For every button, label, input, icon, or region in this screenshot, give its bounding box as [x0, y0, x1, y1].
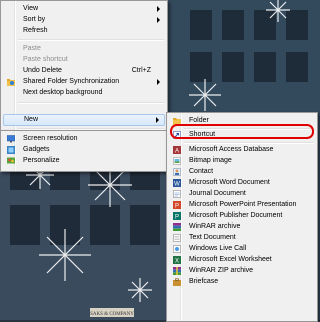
menu-item-screen-resolution[interactable]: Screen resolution — [3, 134, 165, 144]
svg-text:W: W — [174, 182, 180, 188]
briefcase-icon — [173, 278, 181, 286]
excel-worksheet-icon: X — [173, 256, 181, 264]
submenu-arrow-icon — [157, 17, 160, 23]
desktop-context-menu: View Sort by Refresh Paste Paste shortcu… — [0, 0, 168, 139]
personalize-icon — [7, 157, 15, 164]
submenu-item-journal-document[interactable]: Journal Document — [169, 189, 315, 199]
menu-item-paste[interactable]: Paste — [3, 44, 165, 54]
bitmap-image-icon — [173, 157, 181, 165]
store-sign-text: SAKS & COMPANY — [90, 312, 134, 317]
menu-item-gadgets[interactable]: Gadgets — [3, 145, 165, 155]
menu-item-personalize[interactable]: Personalize — [3, 156, 165, 166]
powerpoint-presentation-icon: P — [173, 201, 181, 209]
contact-icon — [173, 168, 181, 176]
menu-separator — [18, 39, 164, 41]
submenu-arrow-icon — [156, 117, 159, 123]
submenu-item-publisher-document[interactable]: P Microsoft Publisher Document — [169, 211, 315, 221]
shortcut-highlight-ring — [170, 124, 314, 139]
svg-text:P: P — [175, 215, 179, 221]
submenu-item-powerpoint-presentation[interactable]: P Microsoft PowerPoint Presentation — [169, 200, 315, 210]
sync-folder-icon — [7, 79, 15, 86]
gadgets-icon — [7, 146, 15, 154]
submenu-item-briefcase[interactable]: Briefcase — [169, 277, 315, 287]
desktop-context-menu-bottom: Screen resolution Gadgets Personalize — [0, 130, 168, 172]
winrar-zip-archive-icon — [173, 267, 181, 275]
submenu-item-excel-worksheet[interactable]: X Microsoft Excel Worksheet — [169, 255, 315, 265]
submenu-arrow-icon — [157, 79, 160, 85]
word-document-icon: W — [173, 179, 181, 187]
access-database-icon: A — [173, 146, 181, 154]
submenu-item-windows-live-call[interactable]: Windows Live Call — [169, 244, 315, 254]
menu-item-sort-by[interactable]: Sort by — [3, 15, 165, 25]
submenu-item-text-document[interactable]: Text Document — [169, 233, 315, 243]
journal-document-icon — [173, 190, 181, 198]
monitor-icon — [7, 135, 15, 143]
menu-item-paste-shortcut[interactable]: Paste shortcut — [3, 55, 165, 65]
new-submenu: Folder Shortcut A Microsoft Access Datab… — [166, 112, 318, 322]
svg-text:X: X — [175, 259, 179, 265]
menu-item-new[interactable]: New — [3, 114, 165, 126]
menu-item-next-desktop-background[interactable]: Next desktop background — [3, 88, 165, 98]
winrar-archive-icon — [173, 223, 181, 231]
menu-item-undo-delete[interactable]: Undo Delete Ctrl+Z — [3, 66, 165, 76]
svg-text:A: A — [175, 149, 179, 155]
submenu-item-bitmap-image[interactable]: Bitmap image — [169, 156, 315, 166]
submenu-item-winrar-archive[interactable]: WinRAR archive — [169, 222, 315, 232]
menu-item-view[interactable]: View — [3, 4, 165, 14]
submenu-item-contact[interactable]: Contact — [169, 167, 315, 177]
submenu-item-access-database[interactable]: A Microsoft Access Database — [169, 145, 315, 155]
svg-text:P: P — [175, 204, 179, 210]
menu-separator — [184, 142, 314, 144]
text-document-icon — [173, 234, 181, 242]
publisher-document-icon: P — [173, 212, 181, 220]
windows-live-call-icon — [173, 245, 181, 253]
menu-item-shared-folder-sync[interactable]: Shared Folder Synchronization — [3, 77, 165, 87]
submenu-item-winrar-zip-archive[interactable]: WinRAR ZIP archive — [169, 266, 315, 276]
submenu-item-word-document[interactable]: W Microsoft Word Document — [169, 178, 315, 188]
submenu-arrow-icon — [157, 6, 160, 12]
menu-separator — [18, 102, 164, 104]
menu-item-refresh[interactable]: Refresh — [3, 26, 165, 36]
